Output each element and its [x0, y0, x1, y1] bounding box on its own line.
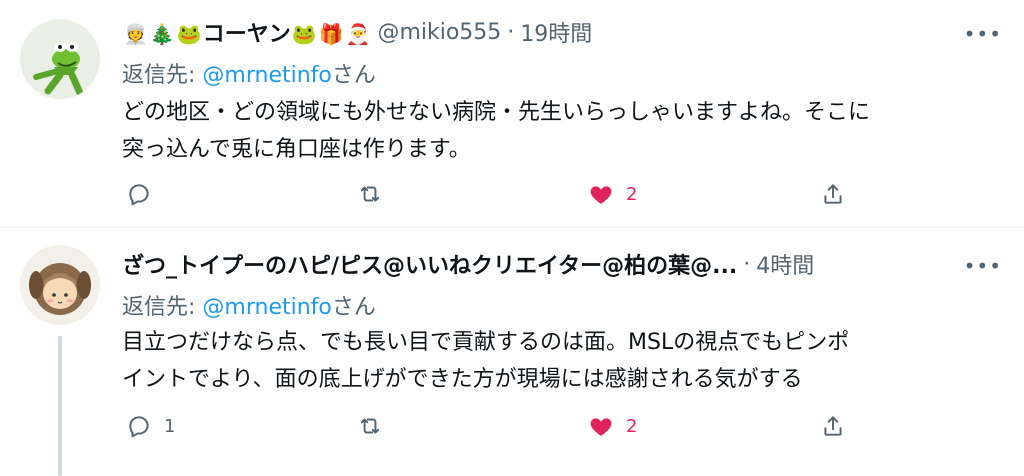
tweet-text-line: イントでより、面の底上げができた方が現場には感謝される気がする	[122, 367, 803, 392]
heart-filled-icon	[590, 418, 612, 436]
reply-to-prefix: 返信先:	[122, 295, 203, 320]
name-emoji: 🐸	[291, 22, 317, 46]
tweet-text-line: 突っ込んで兎に角口座は作ります。	[122, 137, 471, 162]
dog-costume-character-avatar-icon	[20, 245, 100, 325]
author-avatar[interactable]	[20, 245, 100, 325]
tweet-timestamp[interactable]: 4時間	[756, 248, 814, 280]
reply-to-line: 返信先: @mrnetinfoさん	[122, 57, 376, 89]
name-emoji: 🎅	[345, 22, 371, 46]
like-button[interactable]: 2	[588, 408, 637, 444]
reply-to-mention[interactable]: @mrnetinfo	[202, 63, 331, 88]
tweet-actions: 1 2	[122, 408, 862, 444]
tweet-text: 目立つだけなら点、でも長い目で貢献するのは面。MSLの視点でもピンポ イントでよ…	[122, 324, 1002, 398]
reply-to-prefix: 返信先:	[122, 63, 203, 88]
author-handle[interactable]: @mikio555	[377, 20, 501, 45]
reply-to-suffix: さん	[331, 63, 376, 88]
retweet-icon	[360, 186, 380, 202]
heart-filled-icon	[590, 186, 612, 204]
name-emoji: 👳	[123, 22, 148, 46]
kermit-frog-avatar-icon	[20, 19, 100, 99]
share-button[interactable]	[820, 408, 846, 444]
author-name[interactable]: ざつ_トイプーのハピ/ピス@いいねクリエイター@柏の葉@...	[122, 248, 737, 280]
tweet-text-line: 目立つだけなら点、でも長い目で貢献するのは面。MSLの視点でもピンポ	[122, 330, 850, 355]
reply-bubble-icon	[129, 416, 149, 438]
retweet-button[interactable]	[357, 176, 395, 212]
retweet-icon	[360, 418, 380, 434]
reply-to-suffix: さん	[331, 295, 376, 320]
reply-count: 1	[164, 415, 176, 437]
name-emoji: 🎁	[318, 22, 344, 46]
retweet-button[interactable]	[357, 408, 395, 444]
name-emoji: 🎄	[149, 22, 175, 46]
reply-button[interactable]: 1	[126, 408, 175, 444]
tweet-timestamp[interactable]: 19時間	[520, 16, 592, 48]
reply-button[interactable]	[126, 176, 164, 212]
tweet-header: 👳 🎄 🐸コーヤン🐸 🎁 🎅 @mikio555 · 19時間	[122, 14, 954, 50]
share-upload-icon	[824, 416, 842, 436]
author-avatar[interactable]	[20, 19, 100, 99]
like-button[interactable]: 2	[588, 176, 637, 212]
more-horizontal-icon[interactable]: •••	[964, 254, 1002, 278]
share-button[interactable]	[820, 176, 846, 212]
like-count: 2	[626, 415, 638, 437]
thread-connector-line	[58, 336, 62, 476]
name-emoji: 🐸	[176, 22, 202, 46]
author-name[interactable]: 👳 🎄 🐸コーヤン🐸 🎁 🎅	[122, 16, 371, 48]
share-upload-icon	[824, 184, 842, 204]
reply-bubble-icon	[129, 184, 149, 206]
tweet-1[interactable]: 👳 🎄 🐸コーヤン🐸 🎁 🎅 @mikio555 · 19時間 ••• 返信先: @mr…	[0, 0, 1024, 228]
separator-dot: ·	[507, 19, 515, 45]
separator-dot: ·	[743, 251, 751, 277]
more-horizontal-icon[interactable]: •••	[964, 22, 1002, 46]
like-count: 2	[626, 183, 638, 205]
reply-to-mention[interactable]: @mrnetinfo	[202, 295, 331, 320]
tweet-header: ざつ_トイプーのハピ/ピス@いいねクリエイター@柏の葉@... · 4時間	[122, 246, 954, 282]
author-name-text: コーヤン	[202, 22, 291, 47]
tweet-actions: 2	[122, 176, 862, 212]
tweet-text-line: どの地区・どの領域にも外せない病院・先生いらっしゃいますよね。そこに	[122, 100, 871, 125]
tweet-text: どの地区・どの領域にも外せない病院・先生いらっしゃいますよね。そこに 突っ込んで…	[122, 94, 1002, 168]
reply-to-line: 返信先: @mrnetinfoさん	[122, 289, 376, 321]
tweet-2[interactable]: ざつ_トイプーのハピ/ピス@いいねクリエイター@柏の葉@... · 4時間 ••…	[0, 228, 1024, 476]
